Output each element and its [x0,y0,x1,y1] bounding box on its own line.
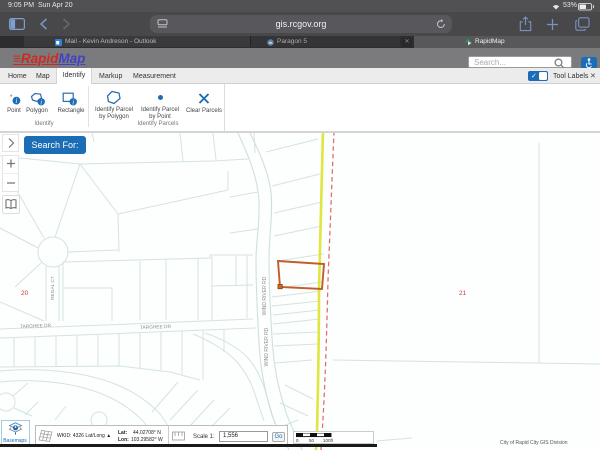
svg-text:WIND RIVER RD: WIND RIVER RD [262,276,268,315]
svg-text:i: i [15,97,17,105]
svg-text:WIND RIVER RD: WIND RIVER RD [264,327,270,366]
svg-text:TARGHEE DR: TARGHEE DR [20,323,52,330]
svg-text:REGAL CT: REGAL CT [50,276,56,300]
svg-text:TARGHEE DR: TARGHEE DR [140,324,172,331]
svg-text:21: 21 [459,290,467,297]
svg-text:i: i [72,99,74,106]
svg-text:20: 20 [21,290,29,297]
svg-text:i: i [40,99,42,106]
